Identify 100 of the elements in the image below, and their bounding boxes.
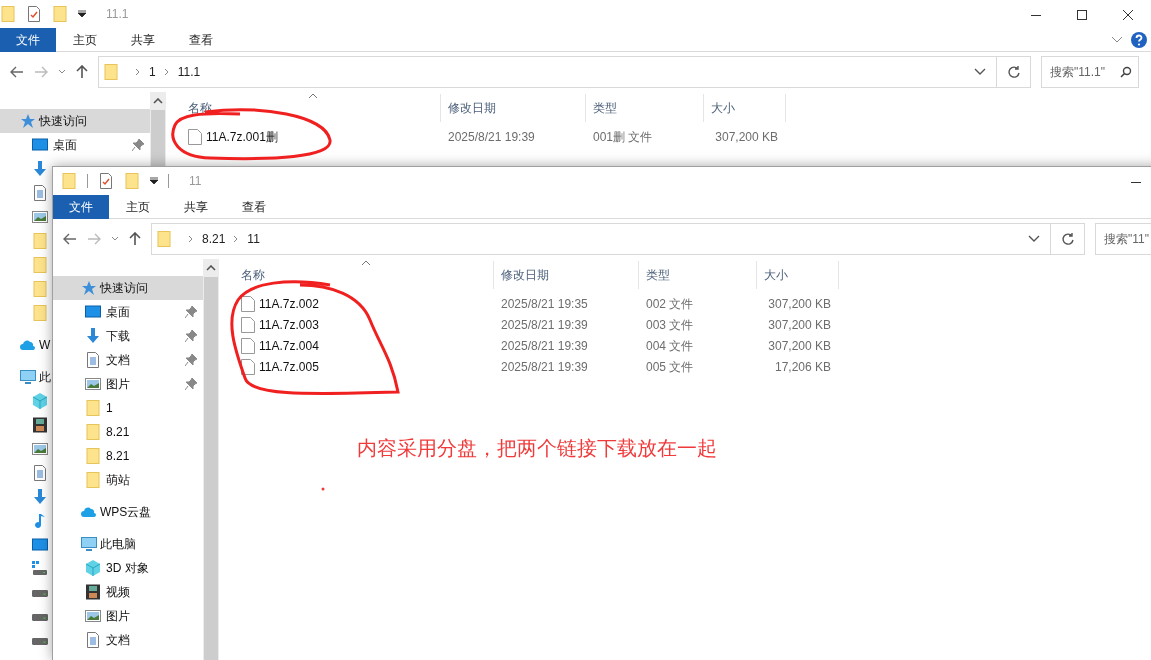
drive-icon [32,561,48,577]
folder-icon [156,231,172,247]
type-cell: 004 文件 [646,338,694,353]
cube-icon [85,560,101,576]
nav-item[interactable]: 快速访问 [0,109,150,133]
monitor-icon [32,137,48,153]
folder-icon [32,257,48,273]
refresh-icon [1006,65,1021,79]
column-header[interactable]: 修改日期 [501,266,549,284]
scrollbar-thumb[interactable] [204,277,218,660]
nav-item[interactable]: W [0,333,51,357]
chevron-down-icon[interactable] [1111,35,1123,44]
help-icon[interactable] [1131,31,1147,48]
breadcrumb-item[interactable]: 8.21 [202,230,226,248]
window-title: 11 [189,173,202,190]
date-cell: 2025/8/21 19:39 [501,338,588,353]
pin-icon[interactable] [185,330,197,342]
nav-item[interactable]: 下载 [53,324,203,348]
ribbon-tab[interactable]: 文件 [0,27,56,52]
type-cell: 001删 文件 [593,129,653,144]
nav-item[interactable]: 文档 [53,628,136,652]
size-cell-text: 307,200 KB [768,337,831,355]
properties-icon[interactable] [98,173,114,189]
column-header[interactable]: 修改日期 [448,99,496,117]
ribbon-tab[interactable]: 主页 [56,27,114,52]
chevron-right-icon[interactable] [188,235,194,243]
up-arrow-icon[interactable] [129,232,141,246]
nav-item[interactable]: 1 [53,396,203,420]
chevron-down-icon[interactable] [58,69,66,75]
nav-item[interactable]: 文档 [53,348,203,372]
pin-icon[interactable] [132,139,144,151]
ribbon-tab[interactable]: 文件 [53,194,109,219]
nav-item[interactable]: 8.21 [53,444,203,468]
file-icon [241,295,255,312]
chevron-right-icon[interactable] [233,235,240,243]
down-arrow-icon [85,328,101,344]
breadcrumb-item[interactable]: 1 [149,63,156,81]
nav-item[interactable]: 3D 对象 [53,556,155,580]
back-arrow-icon[interactable] [63,233,77,245]
nav-item[interactable]: 图片 [53,604,136,628]
folder-icon [61,173,77,189]
folder-icon [103,64,119,80]
dropdown-icon[interactable] [78,10,86,18]
down-arrow-icon [32,161,48,177]
file-name[interactable]: 11A.7z.002 [259,294,319,313]
minimize-icon [1031,14,1041,16]
nav-item[interactable]: 萌站 [53,468,203,492]
ribbon-tab[interactable]: 查看 [225,194,283,219]
chevron-down-icon[interactable] [974,68,986,76]
date-cell: 2025/8/21 19:39 [501,317,588,332]
address-bar[interactable]: 1 11.1 [98,56,1031,88]
scroll-up-icon[interactable] [206,265,216,271]
type-cell: 003 文件 [646,317,694,332]
chevron-down-icon[interactable] [1028,235,1040,243]
file-name[interactable]: 11A.7z.004 [259,336,319,355]
column-header[interactable]: 类型 [646,266,670,284]
ribbon-tab[interactable]: 共享 [114,27,172,52]
nav-item[interactable]: 图片 [53,372,203,396]
nav-item[interactable]: 桌面 [53,300,203,324]
nav-item[interactable]: 视频 [53,580,136,604]
column-header[interactable]: 名称 [241,266,265,284]
ribbon-tab[interactable]: 共享 [167,194,225,219]
breadcrumb-item[interactable]: 11 [247,230,260,248]
column-header[interactable]: 大小 [764,266,788,284]
file-name[interactable]: 11A.7z.005 [259,357,319,376]
pin-icon[interactable] [185,378,197,390]
up-arrow-icon[interactable] [76,65,88,79]
nav-item[interactable]: 8.21 [53,420,203,444]
ribbon-tab[interactable]: 查看 [172,27,230,52]
search-icon [1120,66,1132,78]
ribbon-tab[interactable]: 主页 [109,194,167,219]
back-arrow-icon[interactable] [10,66,24,78]
cube-icon [32,393,48,409]
nav-item[interactable]: 桌面 [0,133,150,157]
pin-icon[interactable] [185,306,197,318]
minimize-icon [1131,181,1141,183]
picture-icon [85,376,101,392]
chevron-right-icon[interactable] [163,68,170,76]
properties-icon[interactable] [26,6,42,22]
nav-item[interactable]: 快速访问 [53,276,203,300]
nav-item[interactable]: WPS云盘 [53,500,152,524]
address-bar[interactable]: 8.21 11 [151,223,1085,255]
search-field[interactable]: 搜索"11" [1095,223,1151,255]
scroll-up-icon[interactable] [153,98,163,104]
pin-icon[interactable] [185,354,197,366]
nav-item[interactable]: 此电脑 [53,532,136,556]
chevron-down-icon[interactable] [111,236,119,242]
chevron-right-icon[interactable] [135,68,141,76]
column-header[interactable]: 类型 [593,99,617,117]
file-name[interactable]: 11A.7z.001删 [206,127,278,146]
breadcrumb-item[interactable]: 11.1 [177,63,201,81]
file-name[interactable]: 11A.7z.003 [259,315,319,334]
annotation-note: 内容采用分盘，把两个链接下载放在一起 [357,436,717,461]
column-header[interactable]: 大小 [711,99,735,117]
document-icon [85,632,101,648]
search-field[interactable]: 搜索"11.1" [1041,56,1139,88]
file-icon [188,128,202,145]
dropdown-icon[interactable] [150,177,158,185]
nav-item[interactable]: 此 [0,365,51,389]
computer-icon [81,536,97,552]
